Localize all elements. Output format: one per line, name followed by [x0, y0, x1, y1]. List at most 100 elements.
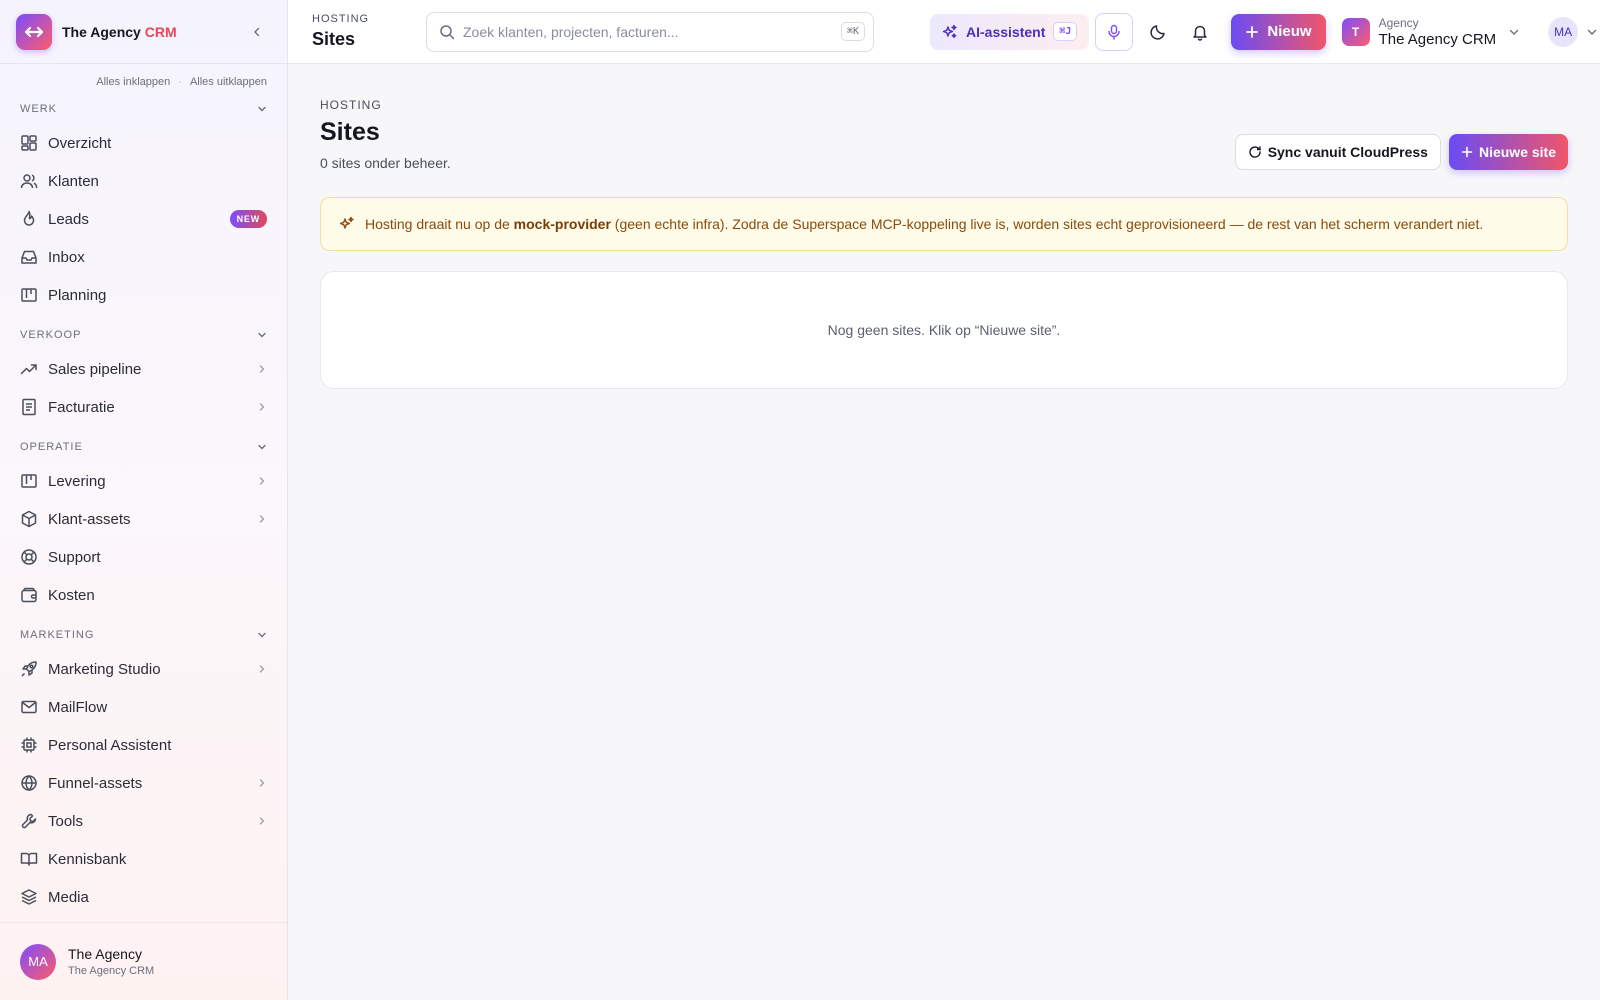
voice-input-button[interactable]	[1095, 12, 1134, 51]
wrench-icon	[20, 812, 38, 830]
ai-assistant-label: AI-assistent	[966, 23, 1046, 40]
chevron-down-icon	[258, 632, 266, 638]
users-icon	[20, 172, 38, 190]
user-avatar-button[interactable]: MA	[1548, 16, 1579, 47]
mail-icon	[20, 698, 38, 716]
notice-bold: mock-provider	[513, 216, 611, 232]
sidebar-item-klanten[interactable]: Klanten	[0, 162, 287, 200]
chevron-right-icon	[259, 365, 265, 373]
new-button[interactable]: Nieuw	[1231, 13, 1326, 50]
mock-provider-notice: Hosting draait nu op de mock-provider (g…	[320, 197, 1568, 251]
moon-icon	[1150, 24, 1166, 40]
sidebar-item-label: Klant-assets	[48, 510, 131, 528]
chip-icon	[20, 736, 38, 754]
sidebar-item-media[interactable]: Media	[0, 878, 287, 916]
chevron-down-icon	[1509, 29, 1519, 35]
workspace-switcher[interactable]: T Agency The Agency CRM	[1341, 16, 1521, 48]
sidebar-item-label: Kennisbank	[48, 850, 127, 868]
search-input[interactable]	[463, 23, 841, 40]
section-werk[interactable]: WERK	[0, 94, 287, 124]
sidebar-item-personal-assistent[interactable]: Personal Assistent	[0, 726, 287, 764]
sidebar-item-label: Planning	[48, 286, 107, 304]
kanban-icon	[20, 286, 38, 304]
sidebar-tools: Alles inklappen · Alles uitklappen	[0, 64, 287, 92]
chevron-right-icon	[259, 403, 265, 411]
invoice-icon	[20, 398, 38, 416]
sidebar-item-funnel-assets[interactable]: Funnel-assets	[0, 764, 287, 802]
avatar: MA	[20, 943, 56, 980]
new-badge: NEW	[229, 210, 267, 228]
search-icon	[440, 24, 455, 39]
sync-cloudpress-button[interactable]: Sync vanuit CloudPress	[1234, 134, 1441, 170]
sparkles-icon	[339, 216, 355, 232]
sidebar-item-facturatie[interactable]: Facturatie	[0, 388, 287, 426]
sidebar-item-label: Marketing Studio	[48, 660, 161, 678]
chevron-right-icon	[259, 817, 265, 825]
sidebar-item-label: MailFlow	[48, 698, 108, 716]
sites-empty-state: Nog geen sites. Klik op “Nieuwe site”.	[320, 271, 1568, 389]
sidebar-item-marketing-studio[interactable]: Marketing Studio	[0, 650, 287, 688]
bell-icon	[1193, 25, 1208, 41]
sidebar-item-tools[interactable]: Tools	[0, 802, 287, 840]
section-operatie[interactable]: OPERATIE	[0, 432, 287, 462]
new-site-button[interactable]: Nieuwe site	[1448, 134, 1568, 170]
workspace-name: The Agency CRM	[1378, 30, 1497, 48]
section-title: MARKETING	[20, 629, 95, 641]
sidebar-item-label: Inbox	[48, 248, 85, 266]
globe-icon	[20, 774, 38, 792]
sidebar-item-label: Media	[48, 888, 89, 906]
chevron-right-icon	[259, 477, 265, 485]
sidebar-item-sales-pipeline[interactable]: Sales pipeline	[0, 350, 287, 388]
sidebar-footer-account[interactable]: MA The Agency The Agency CRM	[0, 922, 287, 1000]
sparkles-icon	[942, 24, 957, 38]
notice-text: Hosting draait nu op de mock-provider (g…	[365, 216, 1484, 232]
sidebar-item-kosten[interactable]: Kosten	[0, 576, 287, 614]
topbar: HOSTING Sites ⌘K AI-assistent ⌘J Nieuw T…	[288, 0, 1600, 64]
account-name: The Agency	[68, 946, 142, 962]
ai-assistant-button[interactable]: AI-assistent ⌘J	[930, 13, 1090, 50]
expand-all-link[interactable]: Alles uitklappen	[190, 76, 267, 92]
logo-icon[interactable]	[16, 13, 52, 50]
sidebar-item-kennisbank[interactable]: Kennisbank	[0, 840, 287, 878]
sidebar-item-label: Klanten	[48, 172, 99, 190]
search-shortcut: ⌘K	[840, 22, 865, 41]
sidebar-item-levering[interactable]: Levering	[0, 462, 287, 500]
sidebar-item-klant-assets[interactable]: Klant-assets	[0, 500, 287, 538]
chevron-right-icon	[259, 779, 265, 787]
sidebar-item-label: Tools	[48, 812, 84, 830]
section-marketing[interactable]: MARKETING	[0, 620, 287, 650]
sidebar-item-inbox[interactable]: Inbox	[0, 238, 287, 276]
section-verkoop[interactable]: VERKOOP	[0, 320, 287, 350]
collapse-sidebar-button[interactable]	[249, 24, 265, 40]
theme-toggle-button[interactable]	[1141, 15, 1175, 49]
sidebar-item-label: Leads	[48, 210, 89, 228]
account-subtitle: The Agency CRM	[68, 965, 155, 977]
topbar-heading: Sites	[312, 29, 356, 49]
box-icon	[20, 510, 38, 528]
sidebar-item-leads[interactable]: Leads NEW	[0, 200, 287, 238]
chevron-right-icon	[259, 515, 265, 523]
sidebar-item-label: Support	[48, 548, 101, 566]
ai-shortcut: ⌘J	[1053, 22, 1078, 41]
collapse-all-link[interactable]: Alles inklappen	[96, 76, 170, 92]
empty-state-text: Nog geen sites. Klik op “Nieuwe site”.	[827, 322, 1061, 338]
chevron-down-icon	[258, 444, 266, 450]
separator-dot: ·	[178, 76, 182, 88]
inbox-icon	[20, 248, 38, 266]
brand-name: The Agency CRM	[62, 23, 177, 40]
sidebar-item-planning[interactable]: Planning	[0, 276, 287, 314]
global-search[interactable]: ⌘K	[426, 11, 874, 52]
chevron-right-icon	[259, 665, 265, 673]
sidebar-item-support[interactable]: Support	[0, 538, 287, 576]
chevron-down-icon[interactable]	[1586, 26, 1598, 38]
chevron-down-icon	[258, 106, 266, 112]
sidebar-item-mailflow[interactable]: MailFlow	[0, 688, 287, 726]
sidebar-item-label: Facturatie	[48, 398, 115, 416]
wallet-icon	[20, 586, 38, 604]
rocket-icon	[20, 660, 38, 678]
section-title: OPERATIE	[20, 441, 83, 453]
notifications-button[interactable]	[1183, 15, 1217, 49]
sidebar-item-label: Levering	[48, 472, 106, 490]
flame-icon	[20, 210, 38, 228]
sidebar-item-overzicht[interactable]: Overzicht	[0, 124, 287, 162]
